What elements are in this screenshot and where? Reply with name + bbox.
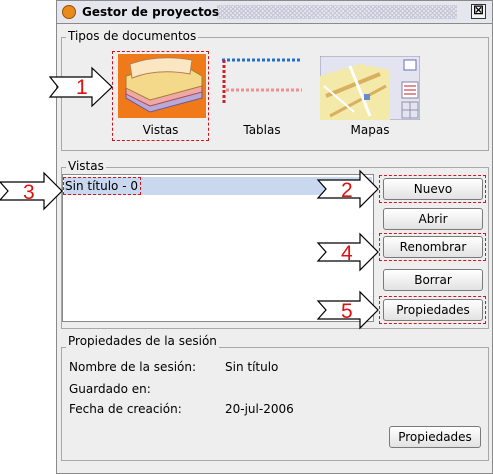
callout-number-3: 3	[23, 181, 35, 204]
callout-arrows	[0, 66, 379, 330]
callout-number-5: 5	[341, 300, 353, 323]
callout-number-4: 4	[341, 242, 353, 265]
callout-number-2: 2	[341, 179, 353, 202]
callout-number-1: 1	[76, 76, 88, 99]
